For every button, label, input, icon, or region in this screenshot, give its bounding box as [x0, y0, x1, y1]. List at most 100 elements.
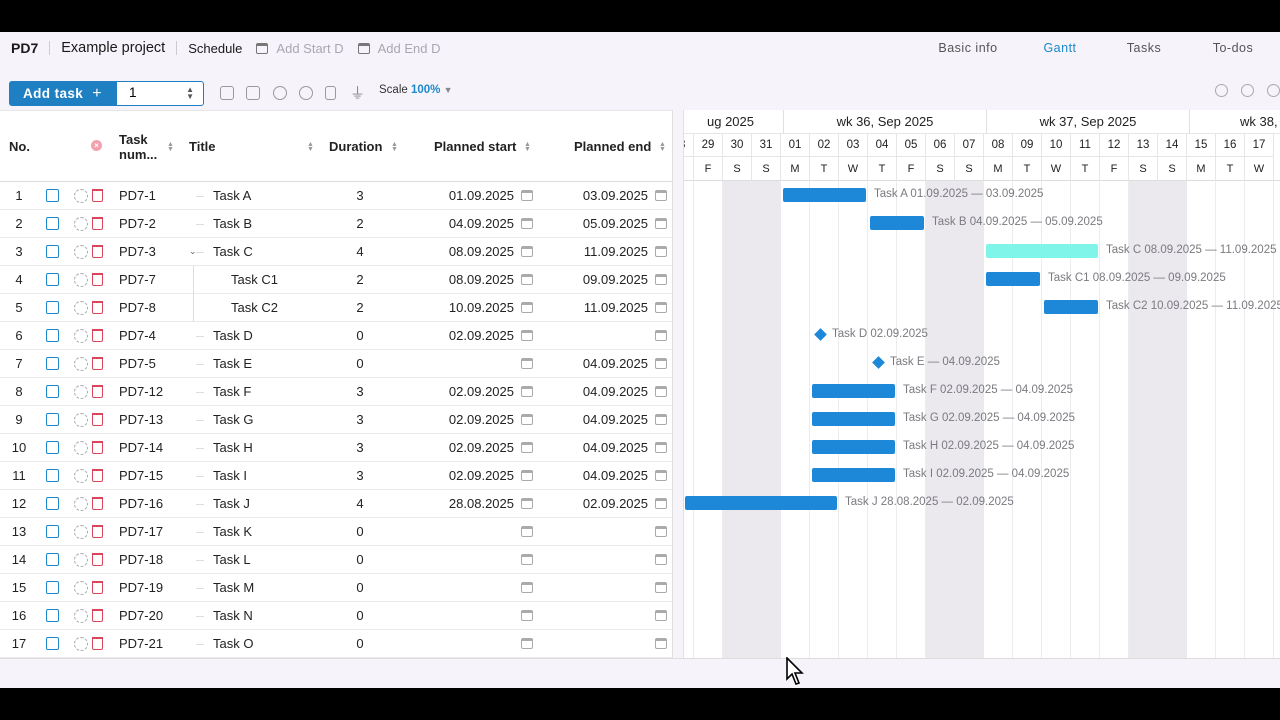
planned-start[interactable]: 02.09.2025 — [398, 378, 514, 406]
open-external-icon[interactable] — [46, 413, 59, 426]
open-external-icon[interactable] — [46, 497, 59, 510]
drag-handle-icon[interactable] — [74, 189, 88, 203]
sort-icon[interactable]: ▲ ▼ — [391, 141, 398, 153]
zoom-out-icon[interactable] — [1241, 84, 1254, 97]
trash-icon[interactable] — [92, 469, 103, 482]
planned-start[interactable] — [398, 518, 514, 546]
sort-icon[interactable]: ▲ ▼ — [167, 141, 174, 153]
trash-icon[interactable] — [92, 357, 103, 370]
table-row[interactable]: 7 PD7-5 Task E 0 04.09.2025 — [0, 350, 672, 378]
calendar-icon[interactable] — [655, 582, 667, 593]
open-external-icon[interactable] — [46, 385, 59, 398]
open-external-icon[interactable] — [46, 217, 59, 230]
drag-handle-icon[interactable] — [74, 273, 88, 287]
trash-icon[interactable] — [92, 329, 103, 342]
calendar-icon[interactable] — [655, 274, 667, 285]
task-duration[interactable]: 0 — [330, 350, 390, 378]
calendar-icon[interactable] — [521, 274, 533, 285]
planned-start[interactable]: 02.09.2025 — [398, 434, 514, 462]
task-title[interactable]: Task E — [213, 350, 323, 378]
task-title[interactable]: Task C — [213, 238, 323, 266]
planned-end[interactable]: 05.09.2025 — [534, 210, 648, 238]
drag-handle-icon[interactable] — [74, 609, 88, 623]
open-external-icon[interactable] — [46, 245, 59, 258]
calendar-icon[interactable] — [655, 386, 667, 397]
tab-gantt[interactable]: Gantt — [1018, 32, 1102, 66]
task-duration[interactable]: 4 — [330, 490, 390, 518]
trash-icon[interactable] — [92, 385, 103, 398]
planned-start[interactable]: 01.09.2025 — [398, 182, 514, 210]
task-title[interactable]: Task J — [213, 490, 323, 518]
open-external-icon[interactable] — [46, 189, 59, 202]
task-bar[interactable] — [870, 216, 924, 230]
trash-icon[interactable] — [92, 217, 103, 230]
task-title[interactable]: Task C1 — [231, 266, 341, 294]
table-row[interactable]: 10 PD7-14 Task H 3 02.09.2025 04.09.2025 — [0, 434, 672, 462]
task-title[interactable]: Task A — [213, 182, 323, 210]
planned-end[interactable]: 04.09.2025 — [534, 462, 648, 490]
trash-icon[interactable] — [92, 581, 103, 594]
planned-end[interactable] — [534, 574, 648, 602]
open-external-icon[interactable] — [46, 357, 59, 370]
calendar-icon[interactable] — [655, 414, 667, 425]
planned-end[interactable]: 03.09.2025 — [534, 182, 648, 210]
tab-tasks[interactable]: Tasks — [1102, 32, 1186, 66]
open-external-icon[interactable] — [46, 581, 59, 594]
planned-start[interactable] — [398, 602, 514, 630]
drag-handle-icon[interactable] — [74, 525, 88, 539]
drag-handle-icon[interactable] — [74, 329, 88, 343]
calendar-icon[interactable] — [521, 246, 533, 257]
task-duration[interactable]: 0 — [330, 574, 390, 602]
clear-icon[interactable]: × — [91, 140, 102, 151]
task-bar[interactable] — [812, 384, 895, 398]
calendar-icon[interactable] — [655, 442, 667, 453]
table-row[interactable]: 14 PD7-18 Task L0 — [0, 546, 672, 574]
planned-end[interactable]: 11.09.2025 — [534, 238, 648, 266]
calendar-icon[interactable] — [655, 358, 667, 369]
planned-start[interactable]: 02.09.2025 — [398, 406, 514, 434]
calendar-icon[interactable] — [521, 330, 533, 341]
project-name[interactable]: Example project — [61, 40, 165, 56]
open-external-icon[interactable] — [46, 469, 59, 482]
column-header-planned-start[interactable]: Planned start — [434, 111, 516, 182]
planned-end[interactable]: 11.09.2025 — [534, 294, 648, 322]
task-duration[interactable]: 3 — [330, 182, 390, 210]
table-row[interactable]: 15 PD7-19 Task M0 — [0, 574, 672, 602]
task-title[interactable]: Task N — [213, 602, 323, 630]
task-duration[interactable]: 0 — [330, 322, 390, 350]
trash-icon[interactable] — [92, 637, 103, 650]
table-row[interactable]: 6 PD7-4 Task D 0 02.09.2025 — [0, 322, 672, 350]
calendar-icon[interactable] — [521, 190, 533, 201]
planned-end[interactable] — [534, 322, 648, 350]
planned-end[interactable] — [534, 546, 648, 574]
calendar-icon[interactable] — [521, 498, 533, 509]
calendar-icon[interactable] — [655, 470, 667, 481]
task-title[interactable]: Task M — [213, 574, 323, 602]
calendar-icon[interactable] — [521, 526, 533, 537]
tab-todos[interactable]: To-dos — [1186, 32, 1280, 66]
calendar-icon[interactable] — [655, 498, 667, 509]
open-external-icon[interactable] — [46, 301, 59, 314]
task-title[interactable]: Task F — [213, 378, 323, 406]
task-duration[interactable]: 3 — [330, 378, 390, 406]
calendar-icon[interactable] — [521, 386, 533, 397]
calendar-icon[interactable] — [655, 218, 667, 229]
task-duration[interactable]: 0 — [330, 518, 390, 546]
calendar-icon[interactable] — [521, 610, 533, 621]
task-bar[interactable] — [1044, 300, 1098, 314]
task-title[interactable]: Task D — [213, 322, 323, 350]
task-duration[interactable]: 3 — [330, 434, 390, 462]
planned-end[interactable]: 02.09.2025 — [534, 490, 648, 518]
task-title[interactable]: Task L — [213, 546, 323, 574]
planned-start[interactable]: 08.09.2025 — [398, 238, 514, 266]
open-external-icon[interactable] — [46, 609, 59, 622]
calendar-icon[interactable] — [655, 610, 667, 621]
trash-icon[interactable] — [92, 273, 103, 286]
column-header-planned-end[interactable]: Planned end — [574, 111, 651, 182]
calendar-icon[interactable] — [521, 442, 533, 453]
task-bar[interactable] — [812, 468, 895, 482]
task-bar[interactable] — [783, 188, 866, 202]
scale-dropdown[interactable]: Scale 100% ▼ — [379, 84, 453, 96]
column-header-task-number[interactable]: Task num... — [119, 111, 167, 182]
table-row[interactable]: 11 PD7-15 Task I 3 02.09.2025 04.09.2025 — [0, 462, 672, 490]
